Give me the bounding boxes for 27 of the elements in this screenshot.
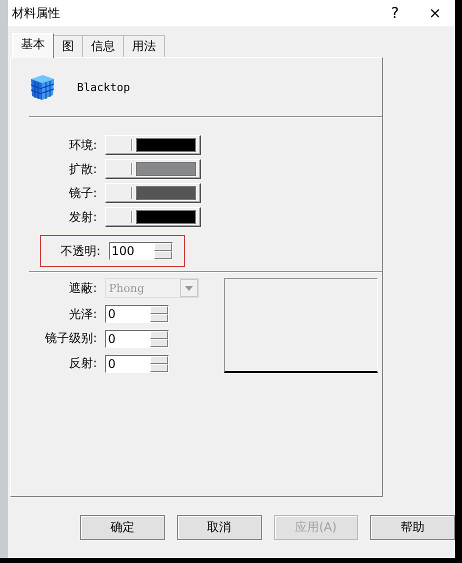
caret-icon <box>185 286 193 291</box>
field-label: 扩散: <box>68 160 97 178</box>
color-button[interactable] <box>105 207 201 227</box>
field-label: 不透明: <box>59 242 101 260</box>
field-label: 镜子: <box>68 184 97 202</box>
color-button[interactable] <box>105 135 201 155</box>
tab[interactable]: 基本 <box>12 33 54 58</box>
number-spinner[interactable]: 0 <box>105 354 169 373</box>
field-label: 发射: <box>68 208 97 226</box>
help-button[interactable]: ? <box>375 0 415 26</box>
field-label: 反射: <box>68 355 97 372</box>
field-label: 遮蔽: <box>68 280 97 297</box>
number-spinner[interactable]: 100 <box>108 242 173 260</box>
dialog-button[interactable]: 取消 <box>176 515 262 540</box>
close-button[interactable]: × <box>415 0 455 26</box>
number-spinner[interactable]: 0 <box>105 330 169 348</box>
number-spinner[interactable]: 0 <box>105 305 169 324</box>
dialog-button[interactable]: 帮助 <box>370 515 455 540</box>
color-button[interactable] <box>105 183 201 203</box>
field-label: 镜子级别: <box>44 330 97 348</box>
dialog-button[interactable]: 确定 <box>80 515 165 540</box>
material-name: Blacktop <box>77 80 130 94</box>
window-title: 材料属性 <box>12 4 61 22</box>
color-button[interactable] <box>105 159 201 179</box>
tab[interactable]: 用法 <box>123 35 165 57</box>
field-label: 环境: <box>68 136 97 154</box>
field-label: 光泽: <box>68 306 97 323</box>
